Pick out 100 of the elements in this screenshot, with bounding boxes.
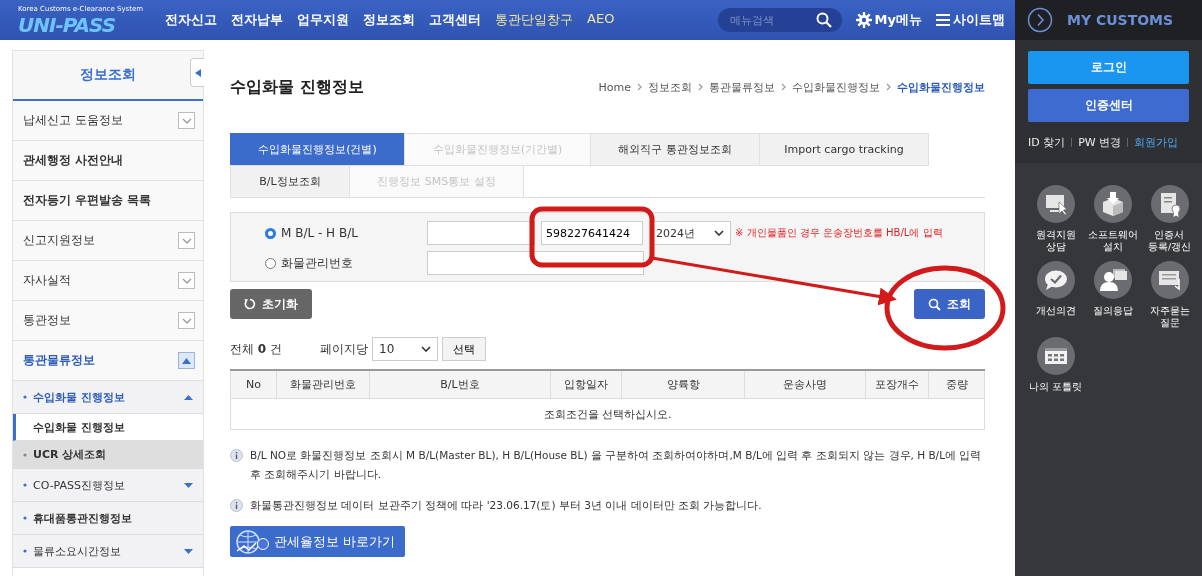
monitor-icon[interactable] bbox=[1036, 185, 1075, 223]
account-link[interactable]: PW 변경 bbox=[1078, 135, 1122, 150]
breadcrumb-link[interactable]: 정보조회 bbox=[648, 79, 692, 95]
note-text: B/L NO로 화물진행정보 조회시 M B/L(Master BL), H B/L(House BL) 을 구분하여 조회하여야하며,M B/L에 입력 후 조회되지 않는 경우, H B/L에 입력 후 조회해주시기 바랍니다. bbox=[250, 448, 983, 482]
empty-message: 조회조건을 선택하십시오. bbox=[230, 398, 985, 430]
radio-option[interactable]: M B/L - H B/L bbox=[265, 226, 427, 240]
reset-button[interactable]: 초기화 bbox=[230, 289, 312, 319]
info-icon bbox=[230, 499, 243, 512]
refresh-icon bbox=[244, 298, 256, 310]
chevron-icon bbox=[698, 83, 703, 91]
breadcrumb-link[interactable]: Home bbox=[598, 80, 631, 94]
tariff-info-button[interactable]: 관세율정보 바로가기 bbox=[230, 526, 406, 557]
tab[interactable]: 해외직구 통관정보조회 bbox=[590, 133, 760, 166]
panel-title: MY CUSTOMS bbox=[1067, 12, 1174, 28]
shortcut-label[interactable]: 원격지원 상담 bbox=[1035, 229, 1076, 253]
info-icon bbox=[230, 449, 243, 462]
radio-button[interactable] bbox=[265, 257, 276, 269]
caret-icon bbox=[194, 68, 201, 77]
nav-link[interactable]: 전자납부 bbox=[231, 11, 284, 29]
hbl-input-field[interactable]: 598227641424 bbox=[541, 221, 643, 245]
shortcut-label[interactable]: 소프트웨어 설치 bbox=[1087, 229, 1138, 253]
nav-link[interactable]: 통관단일창구 bbox=[495, 11, 574, 29]
account-link[interactable]: 회원가입 bbox=[1134, 135, 1179, 150]
expand-toggle[interactable] bbox=[178, 272, 195, 289]
sitemap-link[interactable]: 사이트맵 bbox=[936, 11, 1005, 29]
bullet-icon bbox=[23, 516, 27, 520]
account-link[interactable]: ID 찾기 bbox=[1028, 135, 1066, 150]
chevron-icon bbox=[421, 346, 431, 352]
expand-toggle[interactable] bbox=[178, 112, 195, 129]
sidebar-item[interactable]: 신고지원정보 bbox=[13, 221, 203, 261]
menu-icon bbox=[936, 13, 950, 27]
column-header: No bbox=[230, 370, 277, 399]
sidebar-item[interactable]: 자사실적 bbox=[13, 261, 203, 301]
sidebar-title: 정보조회 bbox=[80, 66, 136, 84]
shortcut-label[interactable]: 나의 포틀릿 bbox=[1029, 381, 1082, 393]
globe-icon bbox=[234, 528, 270, 555]
chevron-icon bbox=[714, 230, 724, 236]
nav-link[interactable]: 전자신고 bbox=[165, 11, 218, 29]
chevron-right-icon[interactable] bbox=[1027, 7, 1053, 33]
tab[interactable]: Import cargo tracking bbox=[759, 133, 929, 166]
sidebar-item[interactable]: 전자등기 우편발송 목록 bbox=[13, 181, 203, 221]
search-button[interactable]: 조회 bbox=[914, 289, 985, 319]
radio-button[interactable] bbox=[265, 227, 276, 239]
sidebar-item[interactable]: 관세행정 사전안내 bbox=[13, 141, 203, 181]
sidebar-subitem[interactable]: 물류소요시간정보 bbox=[13, 535, 203, 568]
caret-up-icon bbox=[182, 357, 191, 364]
sidebar-subitem[interactable]: CO-PASS진행정보 bbox=[13, 469, 203, 502]
expand-toggle[interactable] bbox=[178, 312, 195, 329]
breadcrumb-link[interactable]: 수입화물진행정보 bbox=[897, 79, 985, 95]
caret-icon bbox=[184, 548, 193, 554]
chevron-down-icon bbox=[181, 277, 192, 284]
cert-center-button[interactable]: 인증센터 bbox=[1028, 89, 1189, 122]
message-icon[interactable] bbox=[1150, 261, 1189, 299]
tab[interactable]: B/L정보조회 bbox=[230, 165, 350, 198]
sidebar-item[interactable]: 통관물류정보 bbox=[13, 341, 203, 381]
per-page-label: 페이지당 bbox=[320, 340, 368, 358]
column-header: 화물관리번호 bbox=[276, 370, 370, 399]
nav-link[interactable]: 고객센터 bbox=[429, 11, 482, 29]
shortcut-label[interactable]: 자주묻는 질문 bbox=[1149, 305, 1190, 329]
person-icon[interactable] bbox=[1093, 261, 1132, 299]
radio-option[interactable]: 화물관리번호 bbox=[265, 254, 427, 272]
sidebar-item[interactable]: 통관정보 bbox=[13, 301, 203, 341]
search-field[interactable]: 메뉴검색 bbox=[717, 8, 842, 32]
sidebar-item[interactable]: 납세신고 도움정보 bbox=[13, 101, 203, 141]
apply-button[interactable]: 선택 bbox=[442, 337, 486, 361]
expand-toggle[interactable] bbox=[178, 352, 195, 369]
search-icon[interactable] bbox=[815, 12, 832, 28]
caret-icon bbox=[184, 482, 193, 488]
page-title: 수입화물 진행정보 bbox=[230, 76, 364, 98]
breadcrumb-link[interactable]: 통관물류정보 bbox=[709, 79, 775, 95]
nav-link[interactable]: 업무지원 bbox=[297, 11, 350, 29]
bullet-icon bbox=[23, 452, 27, 457]
sidebar-subitem[interactable]: 수입화물 진행정보 bbox=[13, 381, 203, 414]
column-header: B/L번호 bbox=[369, 370, 551, 399]
nav-link[interactable]: AEO bbox=[587, 11, 615, 29]
caret-icon bbox=[184, 394, 193, 400]
breadcrumb-link[interactable]: 수입화물진행정보 bbox=[792, 79, 880, 95]
sidebar-subitem[interactable]: UCR 상세조회 bbox=[13, 441, 203, 469]
bullet-icon bbox=[23, 483, 27, 487]
search-icon bbox=[928, 297, 941, 311]
grid-icon[interactable] bbox=[1036, 337, 1075, 375]
column-header: 양륙항 bbox=[621, 370, 745, 399]
collapse-button[interactable] bbox=[190, 58, 204, 87]
sidebar-subitem[interactable]: 수입화물 진행정보 bbox=[13, 414, 203, 441]
speech-bubble-icon[interactable] bbox=[1036, 261, 1075, 299]
result-count: 전체 0 건 bbox=[230, 340, 283, 358]
shortcut-label[interactable]: 인증서 등록/갱신 bbox=[1147, 229, 1192, 253]
box-icon[interactable] bbox=[1093, 185, 1132, 223]
sidebar-subitem[interactable]: 휴대품통관진행정보 bbox=[13, 502, 203, 535]
shortcut-label[interactable]: 개선의견 bbox=[1035, 305, 1076, 317]
per-page-select[interactable]: 10 bbox=[372, 337, 438, 361]
nav-link[interactable]: 정보조회 bbox=[363, 11, 416, 29]
tab[interactable]: 수입화물진행정보(건별) bbox=[230, 133, 405, 166]
shortcut-label[interactable]: 질의응답 bbox=[1092, 305, 1133, 317]
input-note: ※ 개인물품인 경우 운송장번호를 HB/L에 입력 bbox=[735, 226, 943, 240]
chevron-down-icon bbox=[181, 317, 192, 324]
expand-toggle[interactable] bbox=[178, 232, 195, 249]
certificate-icon[interactable] bbox=[1150, 185, 1189, 223]
my-menu-link[interactable]: My메뉴 bbox=[855, 11, 922, 29]
column-header: 포장개수 bbox=[865, 370, 929, 399]
